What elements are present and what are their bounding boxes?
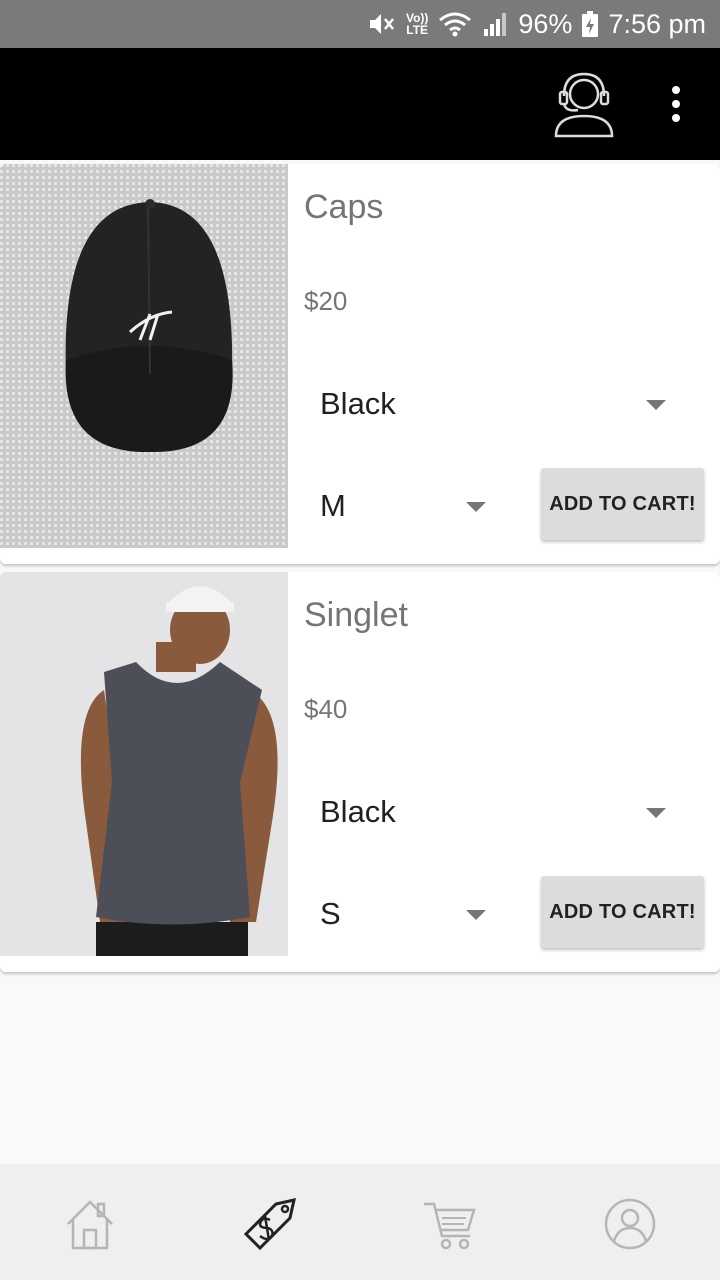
customer-support-headset-icon[interactable]	[552, 70, 616, 138]
signal-icon	[484, 13, 507, 36]
bottom-navigation	[0, 1164, 720, 1280]
volte-indicator: Vo)) LTE	[406, 12, 428, 36]
product-card: Caps $20 Black M ADD TO CART!	[0, 164, 720, 564]
product-price: $40	[304, 694, 348, 724]
product-price: $20	[304, 286, 348, 316]
product-name: Caps	[304, 188, 384, 226]
product-card: Singlet $40 Black S ADD TO CART!	[0, 572, 720, 972]
wifi-icon	[439, 12, 472, 37]
size-select-value: S	[320, 896, 341, 931]
profile-icon[interactable]	[600, 1194, 660, 1254]
size-select[interactable]: S	[320, 896, 500, 936]
color-select[interactable]: Black	[320, 794, 680, 834]
add-to-cart-button[interactable]: ADD TO CART!	[541, 468, 704, 540]
status-bar: Vo)) LTE 96% 7:56 pm	[0, 0, 720, 48]
product-name: Singlet	[304, 596, 408, 634]
color-select-value: Black	[320, 794, 396, 829]
app-bar	[0, 48, 720, 160]
size-select-value: M	[320, 488, 346, 523]
color-select-value: Black	[320, 386, 396, 421]
add-to-cart-button[interactable]: ADD TO CART!	[541, 876, 704, 948]
more-options-icon[interactable]	[664, 82, 688, 126]
color-select[interactable]: Black	[320, 386, 680, 426]
dropdown-arrow-icon	[646, 400, 666, 410]
dropdown-arrow-icon	[466, 910, 486, 920]
dropdown-arrow-icon	[466, 502, 486, 512]
size-select[interactable]: M	[320, 488, 500, 528]
dropdown-arrow-icon	[646, 808, 666, 818]
home-icon[interactable]	[60, 1194, 120, 1254]
product-image-singlet	[0, 572, 288, 956]
lte-label: LTE	[406, 23, 429, 37]
battery-percent: 96%	[518, 8, 573, 39]
clock: 7:56 pm	[608, 8, 706, 39]
mute-icon	[369, 14, 394, 34]
shopping-cart-icon[interactable]	[420, 1194, 480, 1254]
battery-charging-icon	[582, 11, 599, 37]
price-tag-icon[interactable]	[240, 1194, 300, 1254]
product-image-cap	[0, 164, 288, 548]
